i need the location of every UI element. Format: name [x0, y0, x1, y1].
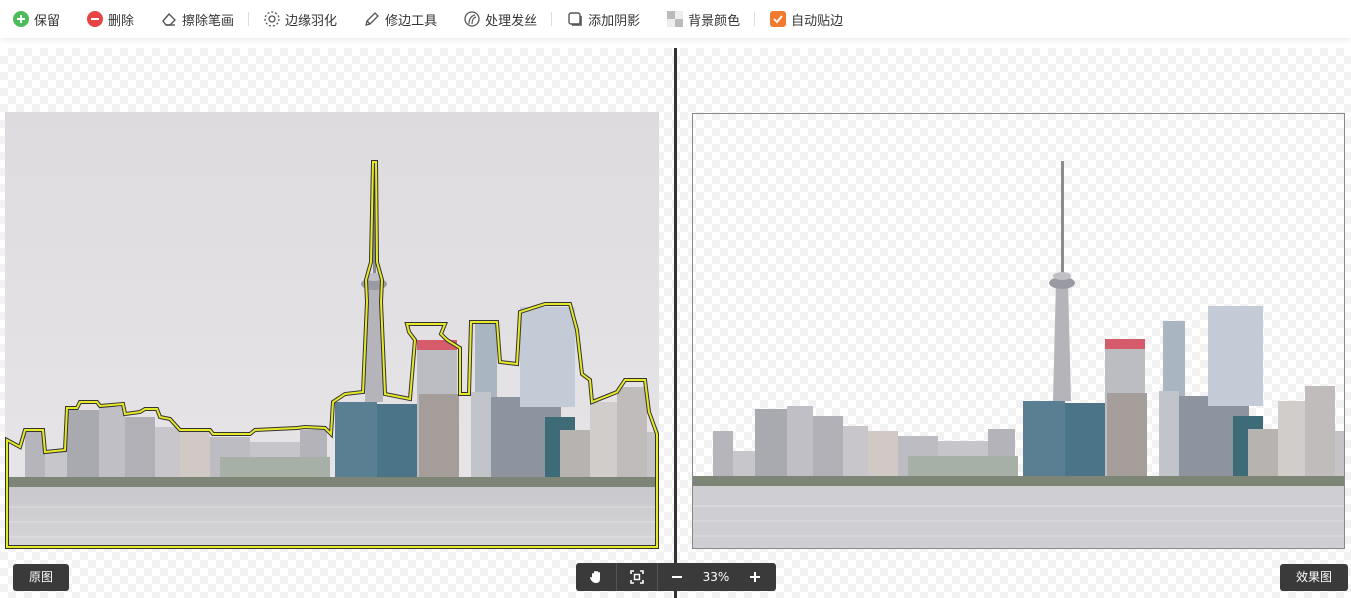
- toolbar-divider: [248, 12, 250, 26]
- shadow-square-icon: [566, 10, 584, 28]
- toolbar: 保留 删除 擦除笔画 边缘羽化 修边工具 处理发丝 添加阴影 背景颜色 自动贴边: [0, 0, 1351, 38]
- pan-hand-button[interactable]: [576, 563, 616, 591]
- original-image-pane[interactable]: [5, 112, 659, 549]
- eraser-icon: [160, 10, 178, 28]
- auto-snap-checkbox[interactable]: 自动贴边: [769, 10, 843, 29]
- delete-label: 删除: [108, 13, 135, 29]
- process-hair-label: 处理发丝: [485, 13, 538, 29]
- plus-icon: [750, 572, 760, 582]
- minus-icon: [672, 576, 682, 578]
- plus-circle-icon: [12, 10, 30, 28]
- toolbar-divider: [754, 12, 756, 26]
- toolbar-divider: [551, 12, 553, 26]
- trim-tool-label: 修边工具: [385, 13, 438, 29]
- minus-circle-icon: [86, 10, 104, 28]
- background-color-icon: [666, 10, 684, 28]
- result-image-pane[interactable]: [692, 113, 1345, 549]
- background-color-label: 背景颜色: [688, 13, 741, 29]
- result-label: 效果图: [1280, 564, 1349, 591]
- hair-icon: [463, 10, 481, 28]
- process-hair-button[interactable]: 处理发丝: [463, 10, 537, 29]
- feather-gear-icon: [263, 10, 281, 28]
- fit-screen-button[interactable]: [617, 563, 657, 591]
- add-shadow-button[interactable]: 添加阴影: [566, 10, 640, 29]
- erase-stroke-label: 擦除笔画: [182, 13, 235, 29]
- add-shadow-label: 添加阴影: [588, 13, 641, 29]
- result-image: [693, 161, 1344, 548]
- trim-tool-button[interactable]: 修边工具: [363, 10, 437, 29]
- auto-snap-label: 自动贴边: [791, 13, 844, 29]
- checkbox-checked-icon: [769, 10, 787, 28]
- zoom-level: 33%: [702, 570, 730, 584]
- erase-stroke-button[interactable]: 擦除笔画: [160, 10, 234, 29]
- background-color-button[interactable]: 背景颜色: [666, 10, 740, 29]
- delete-button[interactable]: 删除: [86, 10, 134, 29]
- keep-label: 保留: [34, 13, 61, 29]
- original-image: [5, 112, 659, 549]
- edge-feather-label: 边缘羽化: [285, 13, 338, 29]
- zoom-out-button[interactable]: [658, 563, 696, 591]
- edge-feather-button[interactable]: 边缘羽化: [263, 10, 337, 29]
- original-label: 原图: [13, 564, 70, 591]
- hand-icon: [590, 571, 600, 583]
- pen-icon: [363, 10, 381, 28]
- compare-divider-handle[interactable]: [674, 48, 677, 598]
- fit-screen-icon: [630, 570, 644, 584]
- zoom-controls: 33%: [576, 563, 776, 591]
- zoom-in-button[interactable]: [736, 563, 774, 591]
- keep-button[interactable]: 保留: [12, 10, 60, 29]
